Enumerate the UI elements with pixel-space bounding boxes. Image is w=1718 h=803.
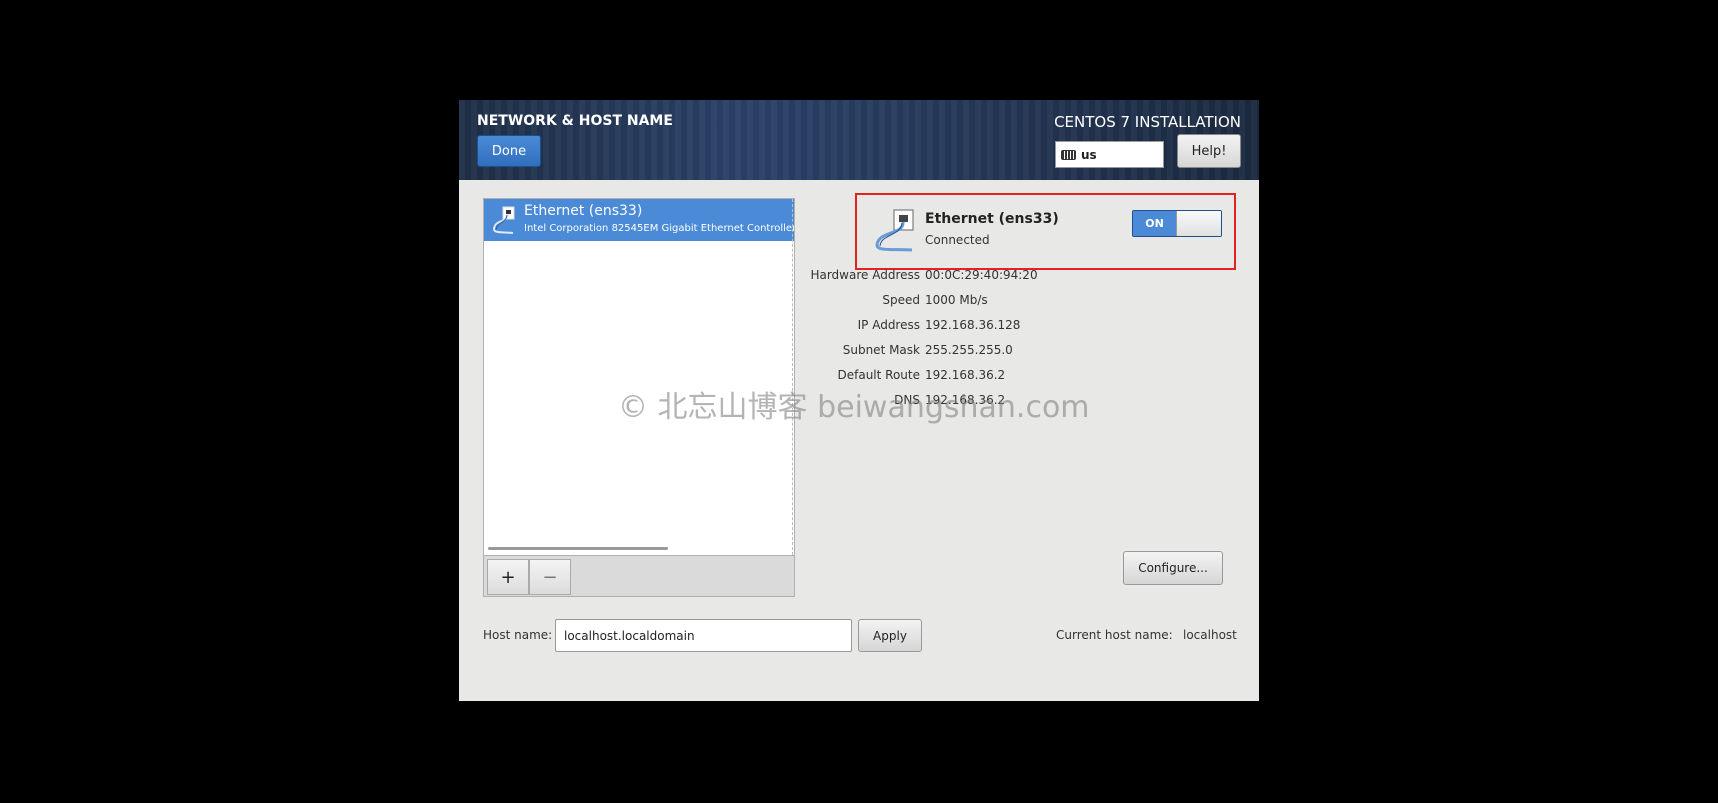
host-name-label: Host name:	[483, 628, 553, 642]
device-toggle-switch[interactable]: ON	[1132, 210, 1222, 237]
detail-value: 00:0C:29:40:94:20	[925, 268, 1038, 282]
keyboard-icon	[1061, 149, 1076, 160]
detail-key: Default Route	[837, 368, 921, 382]
detail-value: 255.255.255.0	[925, 343, 1013, 357]
horizontal-scrollbar[interactable]	[488, 547, 668, 550]
detail-key: Speed	[882, 293, 920, 307]
ethernet-cable-icon	[491, 205, 517, 239]
host-name-input[interactable]	[555, 619, 852, 652]
device-list-item-description: Intel Corporation 82545EM Gigabit Ethern…	[524, 223, 794, 234]
configure-button[interactable]: Configure...	[1123, 551, 1223, 585]
detail-value: 1000 Mb/s	[925, 293, 988, 307]
detail-key: IP Address	[857, 318, 920, 332]
detail-key: Hardware Address	[810, 268, 920, 282]
device-list-item-name: Ethernet (ens33)	[524, 203, 643, 219]
keyboard-layout-indicator[interactable]: us	[1055, 141, 1164, 168]
device-name: Ethernet (ens33)	[925, 211, 1059, 227]
current-host-name-value: localhost	[1183, 628, 1237, 642]
add-device-button[interactable]: +	[487, 559, 529, 595]
keyboard-layout-label: us	[1081, 147, 1097, 162]
device-list-toolbar: + −	[484, 555, 794, 596]
device-list-item-ens33[interactable]: Ethernet (ens33) Intel Corporation 82545…	[484, 199, 794, 241]
header-bar: NETWORK & HOST NAME CENTOS 7 INSTALLATIO…	[459, 100, 1259, 180]
detail-key: Subnet Mask	[842, 343, 920, 357]
ethernet-device-icon	[872, 207, 920, 259]
page-title: NETWORK & HOST NAME	[477, 113, 673, 129]
detail-value: 192.168.36.128	[925, 318, 1021, 332]
device-status: Connected	[925, 233, 990, 247]
toggle-on-label: ON	[1133, 211, 1176, 236]
current-host-name-label: Current host name:	[1056, 628, 1173, 642]
product-title: CENTOS 7 INSTALLATION	[1054, 113, 1241, 131]
detail-value: 192.168.36.2	[925, 368, 1006, 382]
remove-device-button[interactable]: −	[529, 559, 571, 595]
help-button[interactable]: Help!	[1177, 134, 1241, 168]
toggle-knob	[1176, 211, 1221, 236]
done-button[interactable]: Done	[477, 135, 541, 167]
watermark-text: © 北忘山博客 beiwangshan.com	[618, 390, 1090, 425]
apply-button[interactable]: Apply	[858, 619, 922, 652]
